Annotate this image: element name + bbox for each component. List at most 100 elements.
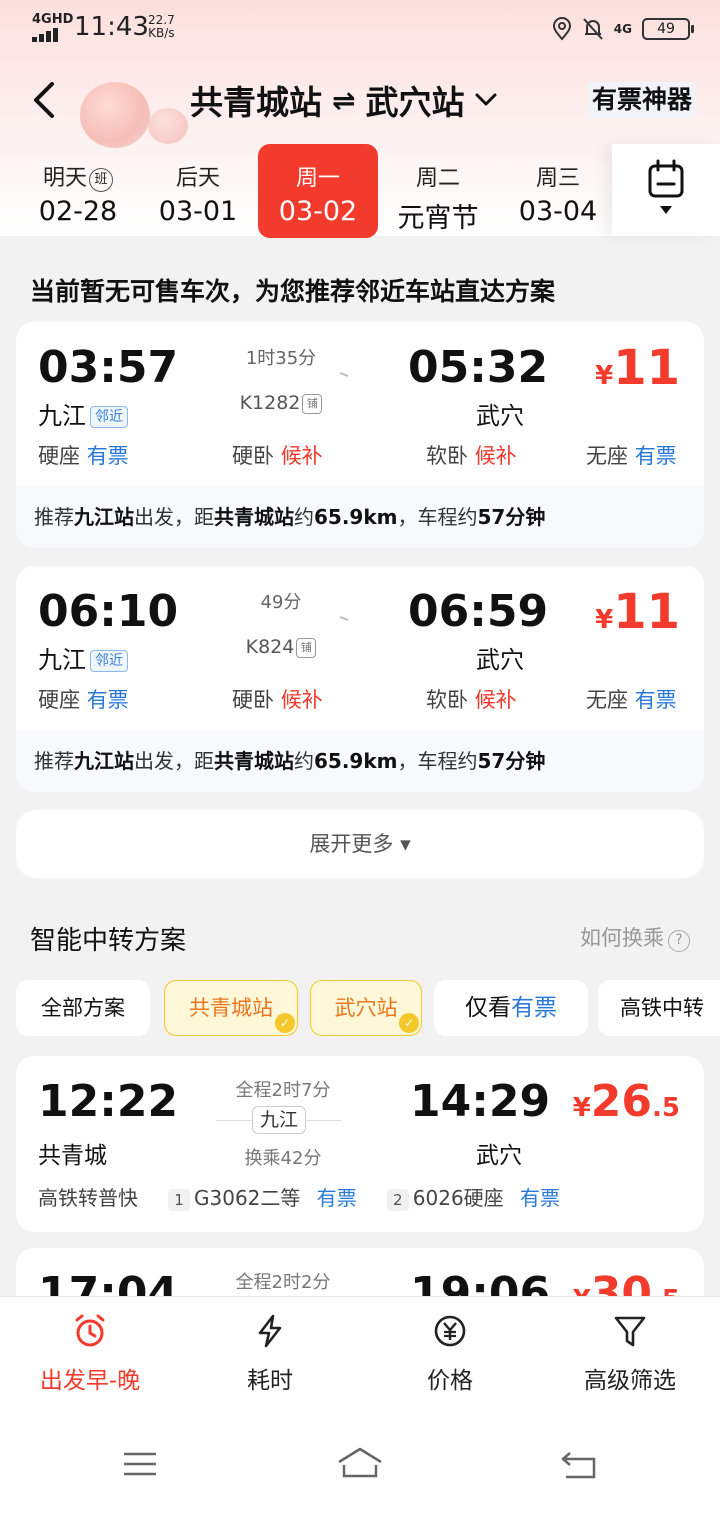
transfer-section-title: 智能中转方案 bbox=[30, 926, 187, 956]
train-card-k824[interactable]: 06:10 49分 K824 铺 06:59 ¥11 九江 邻近 武穴 硬座 有票 … bbox=[16, 566, 704, 792]
plan-legs: 高铁转普快 1 G3062二等 有票 2 6026硬座 有票 bbox=[38, 1186, 561, 1211]
plan-price: ¥26.5 bbox=[572, 1076, 680, 1127]
berth-badge: 铺 bbox=[296, 638, 317, 658]
how-to-transfer-link[interactable]: 如何换乘? bbox=[580, 922, 690, 952]
nearby-badge: 邻近 bbox=[90, 406, 128, 428]
mute-bell-icon bbox=[583, 18, 603, 40]
advanced-filter[interactable]: 高级筛选 bbox=[540, 1297, 720, 1407]
seat-soft-sleeper: 软卧 候补 bbox=[426, 444, 517, 468]
date-tab-0304[interactable]: 周三 03-04 bbox=[498, 144, 618, 236]
leg-1: G3062二等 bbox=[194, 1186, 301, 1210]
lightning-icon bbox=[258, 1314, 282, 1348]
seat-standing: 无座 有票 bbox=[586, 444, 677, 468]
duration: 1时35分 bbox=[245, 348, 317, 369]
menu-icon[interactable] bbox=[122, 1450, 158, 1478]
date-tab-0301[interactable]: 后天 03-01 bbox=[138, 144, 258, 236]
arrival-time: 06:59 bbox=[408, 586, 549, 637]
location-icon bbox=[552, 17, 571, 41]
ticket-price: ¥11 bbox=[595, 584, 680, 640]
seat-availability: 硬座 有票 硬卧 候补 软卧 候补 无座 有票 bbox=[38, 684, 684, 716]
arrow-line-icon bbox=[216, 372, 349, 377]
arrival-station: 武穴 bbox=[476, 1143, 522, 1169]
back-arrow-icon[interactable] bbox=[24, 78, 68, 122]
departure-station: 九江 邻近 bbox=[38, 640, 128, 675]
arrival-time: 14:29 bbox=[410, 1076, 551, 1127]
seat-hard-seat: 硬座 有票 bbox=[38, 688, 129, 712]
leg-2: 6026硬座 bbox=[412, 1186, 504, 1210]
ticket-tool-button[interactable]: 有票神器 bbox=[587, 82, 696, 118]
duration: 49分 bbox=[260, 592, 302, 613]
arrival-time: 05:32 bbox=[408, 342, 549, 393]
yuan-icon bbox=[434, 1315, 466, 1347]
train-card-k1282[interactable]: 03:57 1时35分 K1282 铺 05:32 ¥11 九江 邻近 武穴 硬座 … bbox=[16, 322, 704, 548]
network-4g: 4G bbox=[613, 22, 632, 36]
transfer-plan-card[interactable]: 12:22 全程2时7分 九江 换乘42分 14:29 ¥26.5 共青城 武穴… bbox=[16, 1056, 704, 1232]
seat-standing: 无座 有票 bbox=[586, 688, 677, 712]
network-speed: 22.7 KB/s bbox=[148, 13, 175, 40]
check-icon: ✓ bbox=[275, 1013, 295, 1033]
calendar-icon bbox=[648, 159, 684, 214]
alarm-clock-icon bbox=[75, 1314, 105, 1347]
seat-hard-seat: 硬座 有票 bbox=[38, 444, 129, 468]
chip-hsr-transfer[interactable]: 高铁中转 bbox=[598, 980, 720, 1036]
workday-badge: 班 bbox=[89, 168, 113, 192]
departure-time: 12:22 bbox=[38, 1076, 179, 1127]
network-type: 4GHD bbox=[32, 12, 74, 27]
seat-availability: 硬座 有票 硬卧 候补 软卧 候补 无座 有票 bbox=[38, 440, 684, 472]
recommendation-note: 推荐九江站出发，距共青城站约65.9km，车程约57分钟 bbox=[16, 730, 704, 792]
lantern-decoration-small bbox=[148, 108, 188, 144]
chip-all-plans[interactable]: 全部方案 bbox=[16, 980, 150, 1036]
chip-station-wuxue[interactable]: 武穴站 ✓ bbox=[310, 980, 422, 1036]
nearby-badge: 邻近 bbox=[90, 650, 128, 672]
sort-filter-bar: 出发早-晚 耗时 价格 高级筛选 bbox=[0, 1296, 720, 1406]
seat-hard-sleeper: 硬卧 候补 bbox=[232, 688, 323, 712]
system-navigation-bar bbox=[0, 1406, 720, 1520]
chevron-down-icon bbox=[475, 93, 497, 106]
seat-hard-sleeper: 硬卧 候补 bbox=[232, 444, 323, 468]
swap-icon[interactable]: ⇌ bbox=[332, 84, 355, 117]
train-number: K824 铺 bbox=[212, 636, 350, 658]
sort-departure-time[interactable]: 出发早-晚 bbox=[0, 1297, 180, 1407]
date-tab-0303[interactable]: 周二 元宵节 bbox=[378, 144, 498, 236]
no-ticket-notice: 当前暂无可售车次，为您推荐邻近车站直达方案 bbox=[30, 277, 556, 306]
arrival-station: 武穴 bbox=[476, 402, 524, 430]
chip-station-gongqingcheng[interactable]: 共青城站 ✓ bbox=[164, 980, 298, 1036]
status-bar: 4GHD 11:43 22.7 KB/s 4G 49 bbox=[0, 0, 720, 56]
seat-soft-sleeper: 软卧 候补 bbox=[426, 688, 517, 712]
status-time: 11:43 bbox=[74, 12, 149, 42]
transfer-station: 九江 bbox=[252, 1106, 306, 1134]
expand-more-button[interactable]: 展开更多 ▾ bbox=[16, 810, 704, 878]
berth-badge: 铺 bbox=[302, 394, 323, 414]
calendar-button[interactable] bbox=[612, 144, 720, 236]
arrow-line-icon bbox=[216, 616, 349, 621]
sort-price[interactable]: 价格 bbox=[360, 1297, 540, 1407]
arrival-station: 武穴 bbox=[476, 646, 524, 674]
help-icon: ? bbox=[668, 930, 690, 952]
filter-icon bbox=[614, 1316, 646, 1347]
route-selector[interactable]: 共青城站 ⇌ 武穴站 bbox=[190, 78, 498, 122]
departure-station: 九江 邻近 bbox=[38, 396, 128, 431]
lantern-decoration bbox=[80, 82, 150, 148]
departure-time: 03:57 bbox=[38, 342, 179, 393]
total-duration: 全程2时7分 bbox=[235, 1080, 331, 1101]
plan-type: 高铁转普快 bbox=[38, 1186, 138, 1210]
transfer-wait: 换乘42分 bbox=[244, 1148, 322, 1169]
departure-time: 06:10 bbox=[38, 586, 179, 637]
recommendation-note: 推荐九江站出发，距共青城站约65.9km，车程约57分钟 bbox=[16, 486, 704, 548]
back-icon[interactable] bbox=[560, 1450, 598, 1480]
transfer-filter-chips: 全部方案 共青城站 ✓ 武穴站 ✓ 仅看有票 高铁中转 bbox=[0, 980, 720, 1038]
chip-available-only[interactable]: 仅看有票 bbox=[434, 980, 588, 1036]
to-station: 武穴站 bbox=[365, 83, 465, 122]
signal-icon bbox=[32, 28, 66, 42]
date-tab-0228[interactable]: 明天班 02-28 bbox=[18, 144, 138, 236]
from-station: 共青城站 bbox=[190, 83, 322, 122]
battery-icon: 49 bbox=[642, 18, 694, 40]
date-tab-0302[interactable]: 周一 03-02 bbox=[258, 144, 378, 238]
home-icon[interactable] bbox=[336, 1446, 384, 1480]
sort-duration[interactable]: 耗时 bbox=[180, 1297, 360, 1407]
check-icon: ✓ bbox=[399, 1013, 419, 1033]
departure-station: 共青城 bbox=[38, 1143, 107, 1169]
train-number: K1282 铺 bbox=[212, 392, 350, 414]
total-duration: 全程2时2分 bbox=[235, 1272, 331, 1293]
ticket-price: ¥11 bbox=[595, 340, 680, 396]
